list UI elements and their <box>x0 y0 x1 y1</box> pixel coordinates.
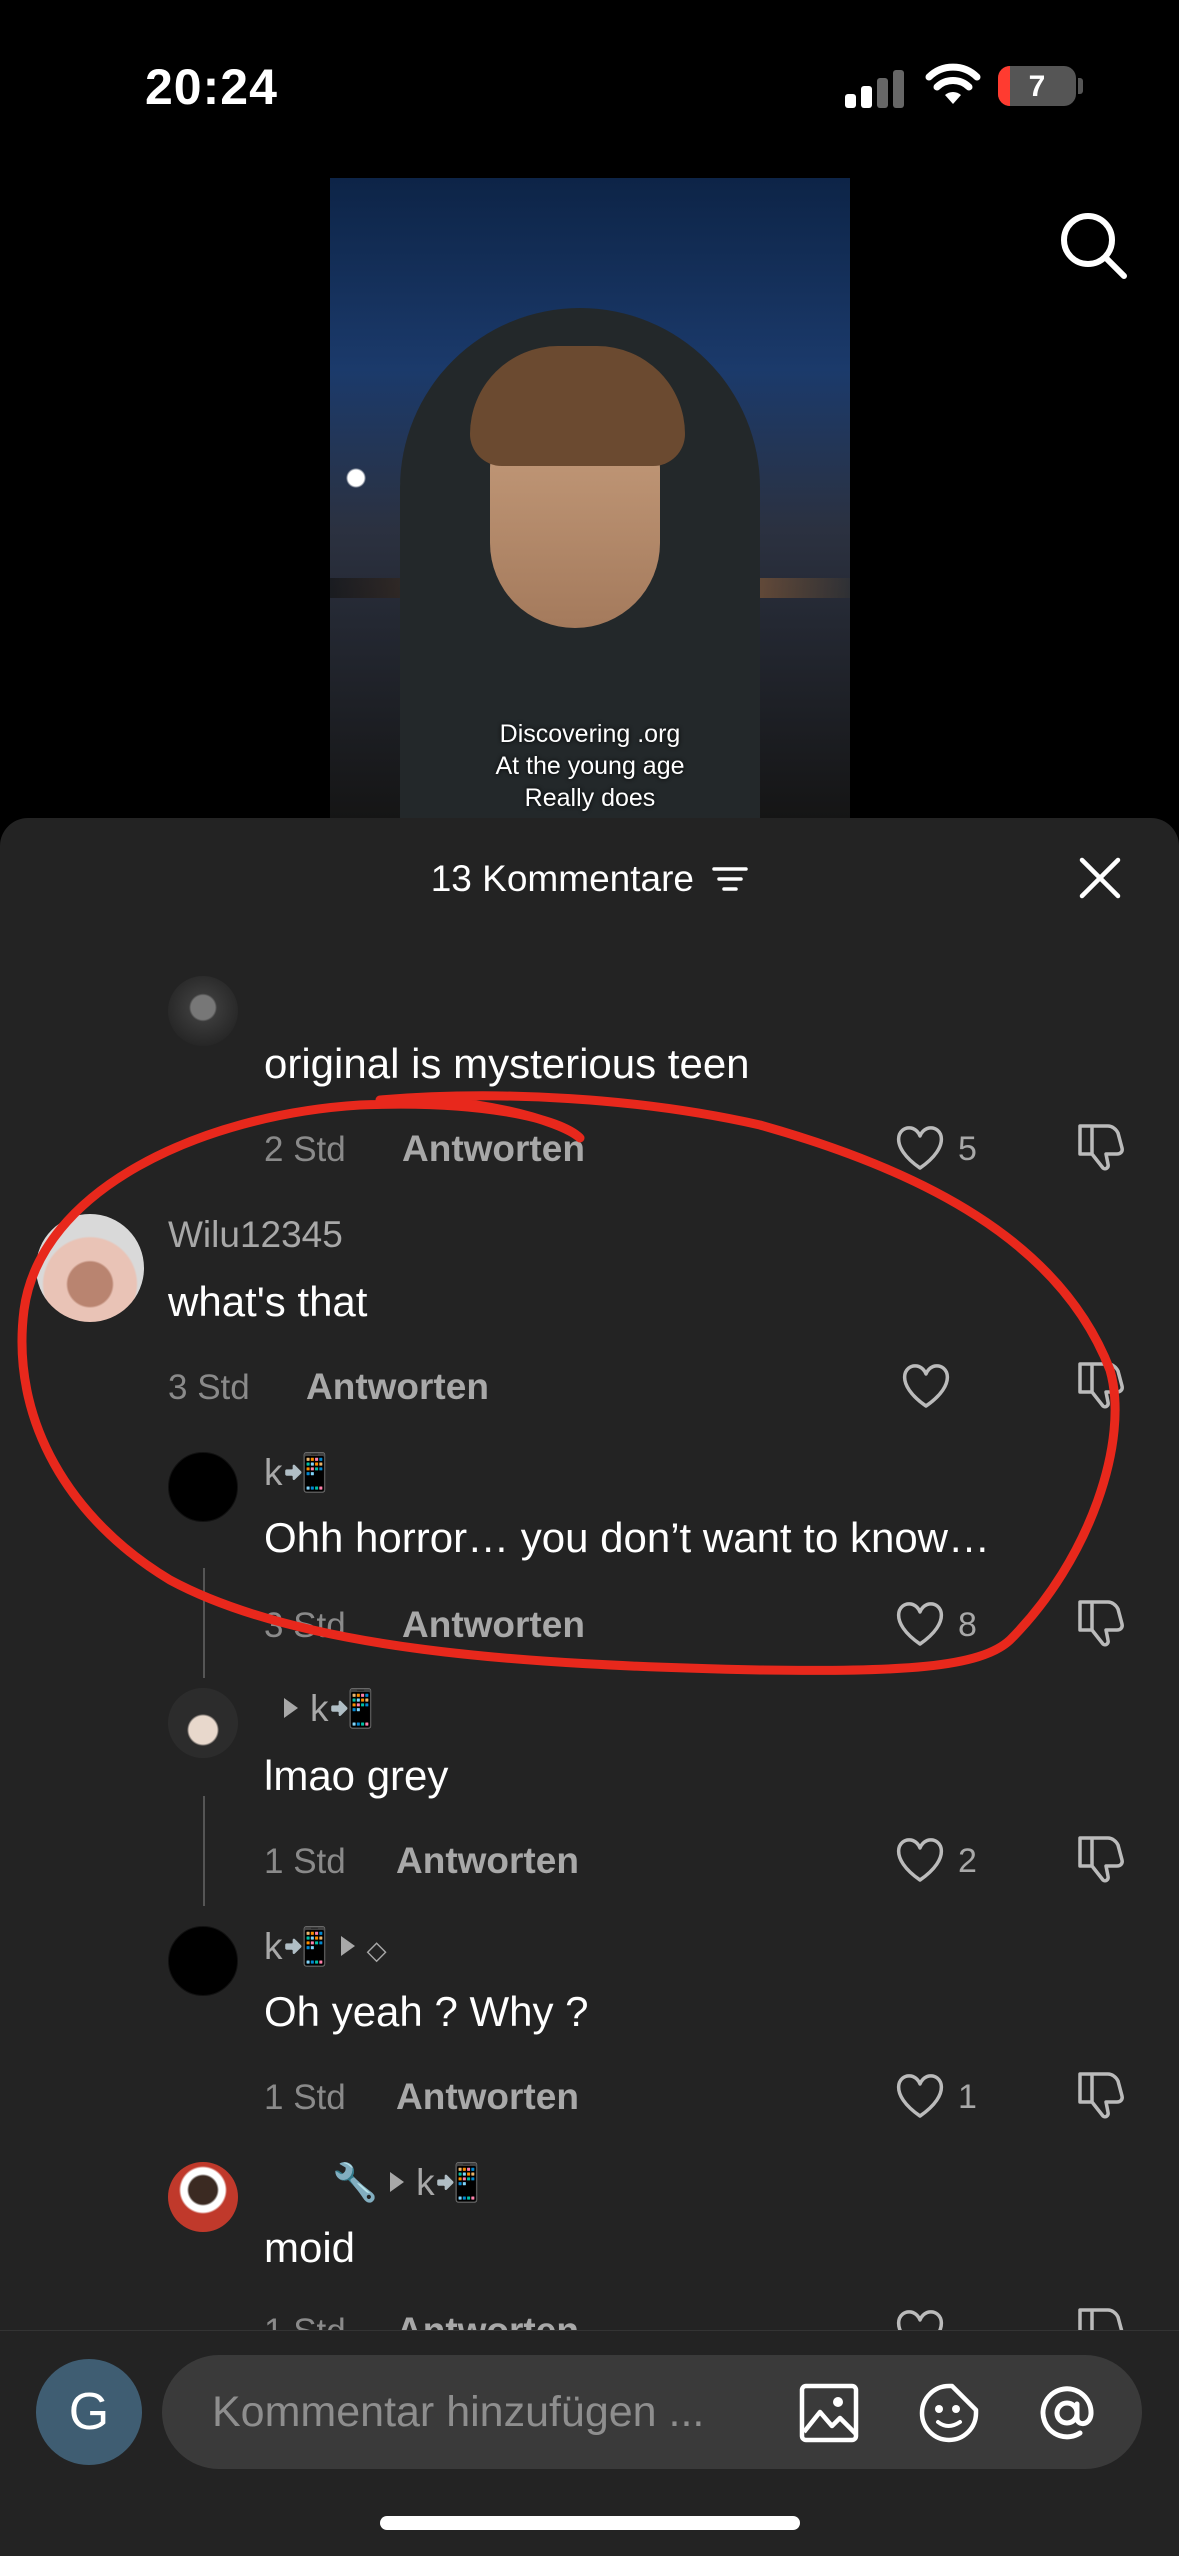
wifi-icon <box>925 63 981 104</box>
video-preview[interactable]: Discovering .org At the young age Really… <box>330 178 850 818</box>
comment-username[interactable]: k📲 ◇ <box>264 1926 387 1969</box>
caption-line: Discovering .org <box>499 720 681 748</box>
reply-button[interactable]: Antworten <box>396 1840 579 1882</box>
comment-text: Oh yeah ? Why ? <box>264 1988 589 2035</box>
comment-text: moid <box>264 2224 356 2271</box>
search-icon[interactable] <box>1058 210 1130 282</box>
comment-time: 1 Std <box>264 2078 346 2117</box>
thread-line <box>203 1568 205 1678</box>
comment-time: 3 Std <box>264 1606 346 1645</box>
thread-line <box>203 1796 205 1906</box>
reply-button[interactable]: Antworten <box>402 1128 585 1170</box>
like-count: 2 <box>958 1842 977 1880</box>
reply-button[interactable]: Antworten <box>306 1366 489 1408</box>
home-indicator <box>380 2516 800 2530</box>
reply-arrow-icon <box>390 2172 405 2192</box>
comment-text: what's that <box>168 1278 368 1325</box>
comment-input-placeholder: Kommentar hinzufügen ... <box>212 2388 705 2436</box>
status-time: 20:24 <box>145 59 278 115</box>
avatar[interactable] <box>168 1688 238 1758</box>
dislike-icon[interactable] <box>1074 1120 1126 1172</box>
comment-time: 1 Std <box>264 1842 346 1881</box>
comment-text: original is mysterious teen <box>264 1040 750 1087</box>
heart-icon[interactable] <box>894 1600 946 1648</box>
reply-arrow-icon <box>340 1936 355 1956</box>
reply-author[interactable]: 🔧 <box>332 2162 378 2203</box>
comment-time: 3 Std <box>168 1368 250 1407</box>
mention-icon[interactable] <box>1036 2382 1098 2444</box>
caption-line: Really does <box>524 784 656 812</box>
comment-text: lmao grey <box>264 1752 449 1799</box>
heart-icon[interactable] <box>894 1836 946 1884</box>
dislike-icon[interactable] <box>1074 1832 1126 1884</box>
reply-author[interactable]: k📲 <box>264 1926 329 1967</box>
heart-icon[interactable] <box>894 1124 946 1172</box>
reply-button[interactable]: Antworten <box>402 1604 585 1646</box>
heart-icon[interactable] <box>900 1362 952 1410</box>
comment-text: Ohh horror… you don’t want to know… <box>264 1514 991 1561</box>
sticker-icon[interactable] <box>918 2382 980 2444</box>
avatar[interactable] <box>168 976 238 1046</box>
comment-username[interactable]: k📲 <box>264 1688 375 1731</box>
comment-username[interactable]: k📲 <box>264 1452 329 1495</box>
battery-icon: 7 <box>998 66 1076 106</box>
reply-target[interactable]: k📲 <box>310 1688 375 1729</box>
comments-header: 13 Kommentare <box>0 858 1179 900</box>
heart-icon[interactable] <box>894 2072 946 2120</box>
reply-target[interactable]: k📲 <box>416 2162 481 2203</box>
comment-input[interactable]: Kommentar hinzufügen ... <box>162 2355 1142 2469</box>
signal-icon <box>845 68 905 108</box>
video-caption: Discovering .org At the young age Really… <box>330 718 850 814</box>
battery-tip <box>1078 78 1083 94</box>
dislike-icon[interactable] <box>1074 1596 1126 1648</box>
reply-target[interactable]: ◇ <box>367 1935 387 1965</box>
battery-level: 7 <box>1028 70 1046 103</box>
like-count: 1 <box>958 2078 977 2116</box>
caption-line: At the young age <box>495 752 685 780</box>
avatar[interactable] <box>168 1452 238 1522</box>
dislike-icon[interactable] <box>1074 1358 1126 1410</box>
like-count: 8 <box>958 1606 977 1644</box>
avatar[interactable] <box>168 1926 238 1996</box>
comments-sheet: 13 Kommentare original is mysterious tee… <box>0 818 1179 2556</box>
close-icon[interactable] <box>1078 856 1122 900</box>
comment-time: 2 Std <box>264 1130 346 1169</box>
reply-arrow-icon <box>284 1698 298 1718</box>
comments-count: 13 Kommentare <box>430 858 694 899</box>
avatar[interactable] <box>36 1214 144 1322</box>
like-count: 5 <box>958 1130 977 1168</box>
user-avatar[interactable]: G <box>36 2359 142 2465</box>
comment-username[interactable]: Wilu12345 <box>168 1214 343 1256</box>
reply-button[interactable]: Antworten <box>396 2076 579 2118</box>
image-icon[interactable] <box>798 2382 860 2444</box>
dislike-icon[interactable] <box>1074 2068 1126 2120</box>
avatar[interactable] <box>168 2162 238 2232</box>
filter-icon[interactable] <box>712 865 749 893</box>
comment-username[interactable]: 🔧 k📲 <box>264 2162 481 2205</box>
